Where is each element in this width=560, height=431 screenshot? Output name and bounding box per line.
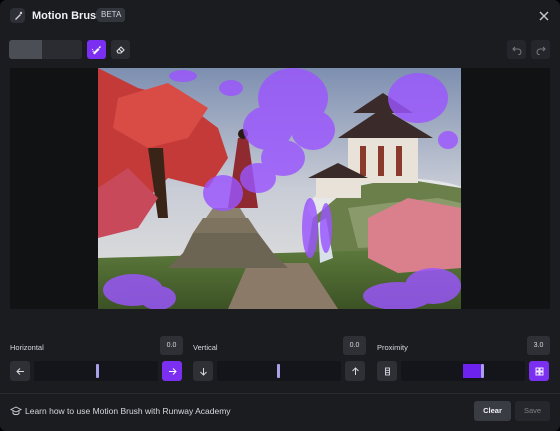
close-button[interactable] <box>535 7 553 25</box>
beta-badge: BETA <box>97 8 126 22</box>
arrow-right-icon <box>168 367 177 375</box>
proximity-near-icon <box>535 367 543 375</box>
vertical-down-button[interactable] <box>193 361 213 381</box>
vertical-slider-thumb[interactable] <box>277 364 280 378</box>
proximity-slider-thumb[interactable] <box>481 364 484 378</box>
motion-controls: Horizontal 0.0 Vertical 0.0 Proximity 3.… <box>0 336 560 386</box>
brush-canvas[interactable] <box>10 68 550 309</box>
modal-footer: Learn how to use Motion Brush with Runwa… <box>0 396 560 431</box>
motion-brush-icon <box>10 8 25 23</box>
vertical-slider[interactable] <box>217 361 341 381</box>
proximity-near-button[interactable] <box>529 361 549 381</box>
proximity-slider-fill <box>463 364 481 378</box>
brush-size-fill <box>9 40 42 59</box>
footer-divider <box>0 393 560 394</box>
horizontal-right-button[interactable] <box>162 361 182 381</box>
brush-size-slider[interactable] <box>9 40 82 59</box>
horizontal-slider[interactable] <box>34 361 158 381</box>
modal-header: Motion Brush BETA <box>0 0 560 32</box>
horizontal-left-button[interactable] <box>10 361 30 381</box>
undo-icon <box>511 46 521 55</box>
motion-brush-modal: Motion Brush BETA Horizontal 0.0 Vertica… <box>0 0 560 431</box>
proximity-value[interactable]: 3.0 <box>527 336 550 355</box>
arrow-up-icon <box>351 366 359 375</box>
graduation-cap-icon <box>10 406 22 416</box>
save-button[interactable]: Save <box>515 401 550 421</box>
modal-title: Motion Brush <box>32 10 103 22</box>
redo-button[interactable] <box>531 40 550 59</box>
scene-illustration <box>98 68 461 309</box>
eraser-icon <box>116 46 125 54</box>
arrow-left-icon <box>15 367 24 375</box>
redo-icon <box>536 46 546 55</box>
proximity-slider[interactable] <box>401 361 525 381</box>
horizontal-slider-thumb[interactable] <box>96 364 99 378</box>
proximity-label: Proximity <box>377 343 408 352</box>
brush-icon <box>91 46 101 55</box>
clear-button[interactable]: Clear <box>474 401 511 421</box>
horizontal-value[interactable]: 0.0 <box>160 336 183 355</box>
academy-link[interactable]: Learn how to use Motion Brush with Runwa… <box>25 406 231 416</box>
vertical-label: Vertical <box>193 343 218 352</box>
eraser-tool-button[interactable] <box>111 40 130 59</box>
horizontal-label: Horizontal <box>10 343 44 352</box>
proximity-far-button[interactable] <box>377 361 397 381</box>
close-icon <box>539 11 549 21</box>
vertical-value[interactable]: 0.0 <box>343 336 366 355</box>
proximity-far-icon <box>384 367 390 375</box>
vertical-up-button[interactable] <box>345 361 365 381</box>
brush-tool-button[interactable] <box>87 40 106 59</box>
scene-image <box>98 68 461 309</box>
arrow-down-icon <box>199 367 207 376</box>
brush-toolbar <box>0 38 560 62</box>
undo-button[interactable] <box>507 40 526 59</box>
